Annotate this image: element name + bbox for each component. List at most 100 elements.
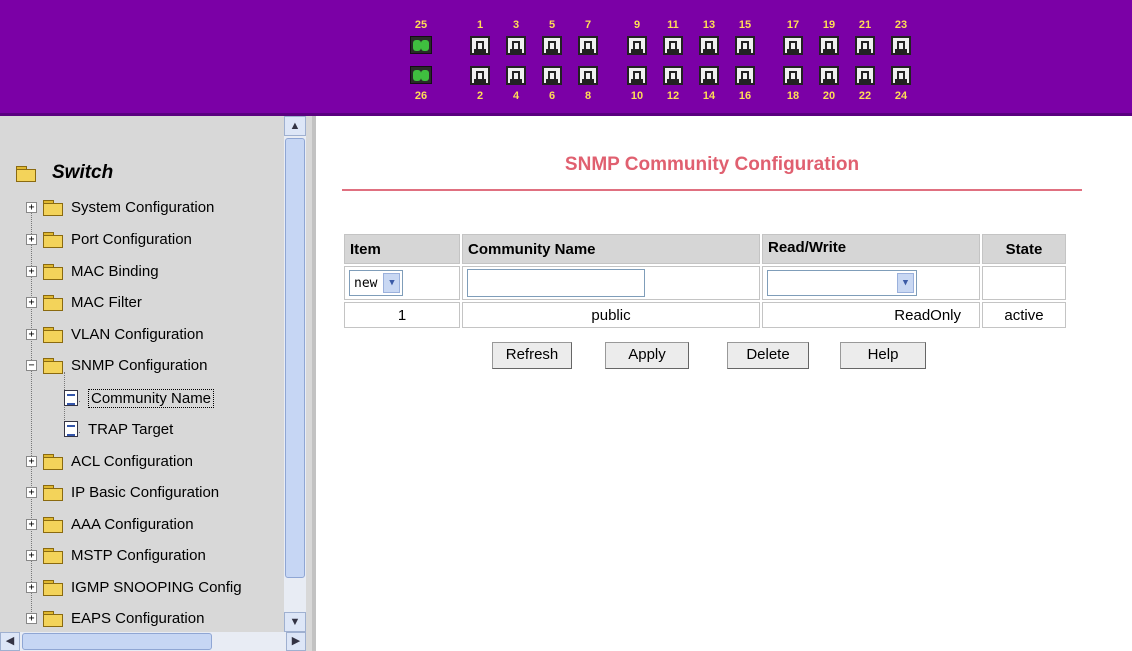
expand-icon: + (26, 328, 37, 340)
open-folder-icon (16, 165, 36, 182)
row-state: active (982, 302, 1066, 328)
port-number-2: 2 (476, 90, 484, 102)
ethernet-port-21-icon[interactable] (855, 36, 875, 55)
ethernet-port-5-icon[interactable] (542, 36, 562, 55)
ethernet-port-18-icon[interactable] (783, 66, 803, 85)
document-icon (64, 390, 78, 406)
expand-icon: + (26, 486, 37, 498)
read-write-select[interactable]: ▼ (767, 270, 917, 296)
open-folder-icon (43, 357, 63, 374)
expand-icon: + (26, 296, 37, 308)
scroll-right-icon[interactable]: ▶ (286, 632, 306, 651)
ethernet-port-6-icon[interactable] (542, 66, 562, 85)
ethernet-port-22-icon[interactable] (855, 66, 875, 85)
port-number-23: 23 (894, 19, 908, 31)
tree-item-trap-target[interactable]: TRAP Target (64, 418, 173, 440)
tree-item-eaps-configuration[interactable]: + EAPS Configuration (26, 607, 204, 629)
tree-item-igmp-snooping[interactable]: + IGMP SNOOPING Config (26, 576, 242, 598)
scroll-up-icon[interactable]: ▲ (284, 116, 306, 136)
ethernet-port-24-icon[interactable] (891, 66, 911, 85)
ethernet-port-8-icon[interactable] (578, 66, 598, 85)
ethernet-port-3-icon[interactable] (506, 36, 526, 55)
tree-vertical-scrollbar[interactable]: ▲ ▼ (284, 116, 306, 632)
apply-button[interactable]: Apply (605, 342, 689, 369)
folder-icon (43, 326, 63, 343)
delete-button[interactable]: Delete (727, 342, 809, 369)
port-number-14: 14 (702, 90, 716, 102)
port-number-24: 24 (894, 90, 908, 102)
ethernet-port-19-icon[interactable] (819, 36, 839, 55)
vertical-scroll-thumb[interactable] (285, 138, 305, 578)
ethernet-port-1-icon[interactable] (470, 36, 490, 55)
navigation-frame: Switch + System Configuration + Port Confi… (0, 116, 316, 651)
new-entry-row: new ▼ ▼ (344, 266, 1066, 300)
folder-icon (43, 516, 63, 533)
port-number-11: 11 (667, 19, 679, 31)
table-row[interactable]: 1 public ReadOnly active (344, 302, 1066, 328)
row-community-name: public (462, 302, 760, 328)
tree-item-system-configuration[interactable]: + System Configuration (26, 196, 214, 218)
ethernet-port-2-icon[interactable] (470, 66, 490, 85)
tree-item-mac-filter[interactable]: + MAC Filter (26, 291, 142, 313)
ethernet-port-16-icon[interactable] (735, 66, 755, 85)
ethernet-port-4-icon[interactable] (506, 66, 526, 85)
ethernet-port-7-icon[interactable] (578, 36, 598, 55)
column-header-state: State (982, 234, 1066, 264)
fiber-port-25-icon[interactable] (410, 36, 432, 54)
tree-item-vlan-configuration[interactable]: + VLAN Configuration (26, 323, 204, 345)
port-status-banner: 25 26 1 3 5 7 9 11 13 15 17 19 21 23 2 4 6 8 10 12 14 16 18 2… (0, 0, 1132, 116)
navigation-tree: Switch + System Configuration + Port Confi… (0, 116, 284, 632)
expand-icon: + (26, 612, 37, 624)
scroll-left-icon[interactable]: ◀ (0, 632, 20, 651)
folder-icon (43, 547, 63, 564)
community-name-input[interactable] (467, 269, 645, 297)
tree-item-aaa-configuration[interactable]: + AAA Configuration (26, 513, 194, 535)
port-number-12: 12 (666, 90, 680, 102)
horizontal-scroll-thumb[interactable] (22, 633, 212, 650)
port-number-26: 26 (414, 90, 428, 102)
ethernet-port-20-icon[interactable] (819, 66, 839, 85)
port-number-1: 1 (476, 19, 484, 31)
ethernet-port-11-icon[interactable] (663, 36, 683, 55)
ethernet-port-10-icon[interactable] (627, 66, 647, 85)
tree-item-snmp-configuration[interactable]: − SNMP Configuration (26, 354, 207, 376)
folder-icon (43, 610, 63, 627)
chevron-down-icon[interactable]: ▼ (383, 273, 401, 293)
ethernet-port-23-icon[interactable] (891, 36, 911, 55)
port-number-17: 17 (786, 19, 800, 31)
port-number-21: 21 (858, 19, 872, 31)
ethernet-port-13-icon[interactable] (699, 36, 719, 55)
help-button[interactable]: Help (840, 342, 926, 369)
ethernet-port-12-icon[interactable] (663, 66, 683, 85)
tree-item-acl-configuration[interactable]: + ACL Configuration (26, 450, 193, 472)
row-read-write: ReadOnly (762, 302, 980, 328)
main-content: SNMP Community Configuration Item Commun… (320, 116, 1132, 651)
chevron-down-icon[interactable]: ▼ (897, 273, 914, 293)
ethernet-port-17-icon[interactable] (783, 36, 803, 55)
ethernet-port-14-icon[interactable] (699, 66, 719, 85)
tree-item-mstp-configuration[interactable]: + MSTP Configuration (26, 544, 206, 566)
refresh-button[interactable]: Refresh (492, 342, 572, 369)
new-rw-cell: ▼ (762, 266, 980, 300)
item-select[interactable]: new ▼ (349, 270, 404, 296)
tree-item-mac-binding[interactable]: + MAC Binding (26, 260, 159, 282)
column-header-community-name: Community Name (462, 234, 760, 264)
tree-item-port-configuration[interactable]: + Port Configuration (26, 228, 192, 250)
ethernet-port-9-icon[interactable] (627, 36, 647, 55)
tree-root-switch[interactable]: Switch (16, 162, 113, 184)
folder-icon (43, 579, 63, 596)
tree-item-community-name[interactable]: Community Name (64, 387, 215, 409)
port-number-4: 4 (512, 90, 520, 102)
port-number-6: 6 (548, 90, 556, 102)
scroll-down-icon[interactable]: ▼ (284, 612, 306, 632)
expand-icon: + (26, 455, 37, 467)
port-number-9: 9 (633, 19, 641, 31)
expand-icon: + (26, 201, 37, 213)
fiber-port-26-icon[interactable] (410, 66, 432, 84)
folder-icon (43, 453, 63, 470)
ethernet-port-15-icon[interactable] (735, 36, 755, 55)
tree-horizontal-scrollbar[interactable]: ◀ ▶ (0, 632, 306, 651)
port-number-25: 25 (414, 19, 428, 31)
column-header-item: Item (344, 234, 460, 264)
tree-item-ip-basic-configuration[interactable]: + IP Basic Configuration (26, 481, 219, 503)
